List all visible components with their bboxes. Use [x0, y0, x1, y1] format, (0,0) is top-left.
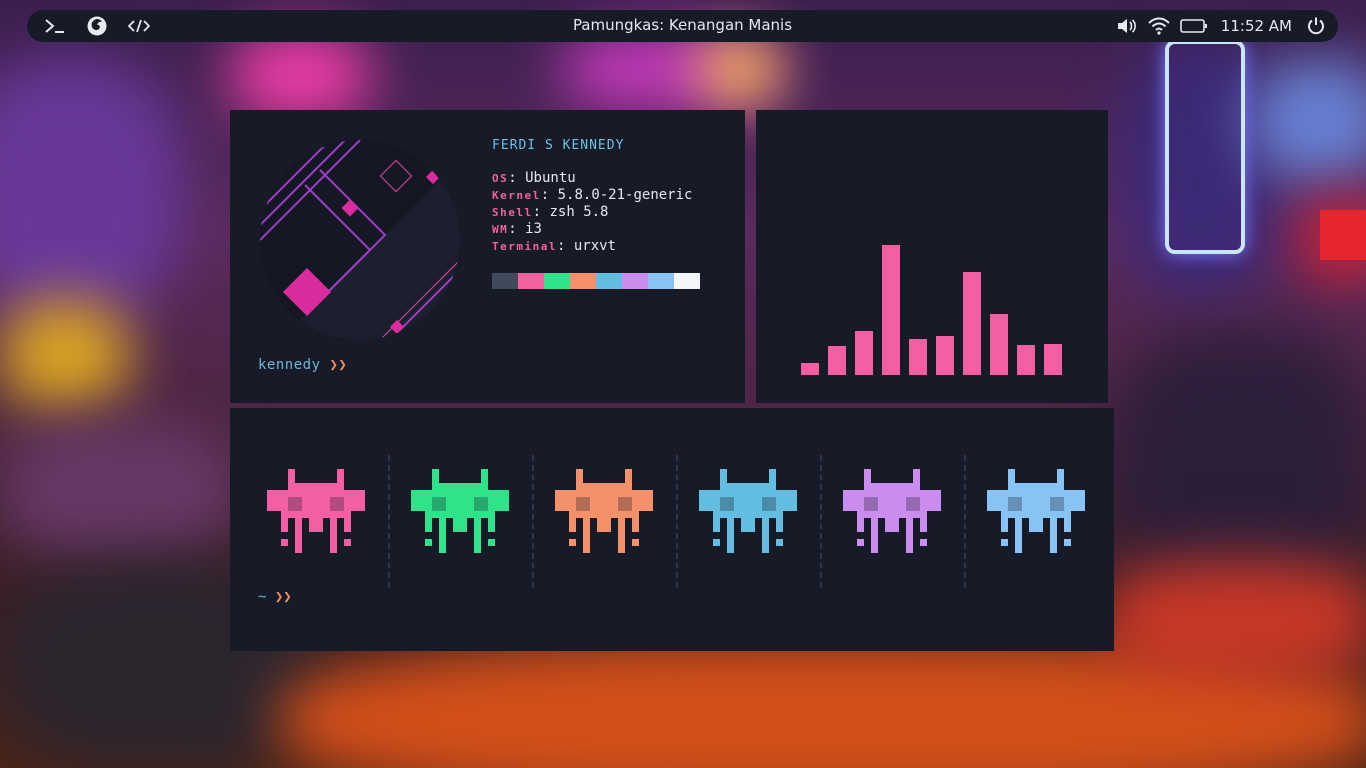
visualizer-bar-10 — [1044, 344, 1062, 375]
volume-icon[interactable] — [1115, 14, 1139, 38]
username-heading: FERDI S KENNEDY — [492, 138, 625, 153]
power-icon[interactable] — [1304, 14, 1328, 38]
visualizer-bar-7 — [963, 272, 981, 375]
info-row-wm: WM: i3 — [492, 221, 542, 237]
info-row-terminal: Terminal: urxvt — [492, 238, 616, 254]
visualizer-bar-5 — [909, 339, 927, 375]
visualizer-bar-9 — [1017, 345, 1035, 375]
invader-1 — [267, 469, 365, 553]
top-bar: Pamungkas: Kenangan Manis 11:52 AM — [27, 10, 1338, 42]
visualizer-bar-2 — [828, 346, 846, 375]
visualizer-bars — [801, 245, 1062, 375]
prompt-arrows: ❯❯ — [329, 357, 348, 373]
battery-icon[interactable] — [1179, 14, 1209, 38]
palette-swatch-5 — [596, 273, 622, 289]
prompt-tilde: ~ — [258, 589, 267, 605]
code-icon[interactable] — [127, 14, 151, 38]
invader-5 — [843, 469, 941, 553]
palette-swatch-1 — [492, 273, 518, 289]
audio-visualizer-panel — [756, 110, 1108, 403]
info-row-os: OS: Ubuntu — [492, 170, 576, 186]
invader-3 — [555, 469, 653, 553]
palette-swatch-7 — [648, 273, 674, 289]
invader-divider — [964, 455, 966, 588]
color-invaders-panel: ~ ❯❯ — [230, 408, 1114, 651]
system-info-panel: kennedy ❯❯ FERDI S KENNEDY OS: Ubuntu Ke… — [230, 110, 745, 403]
color-palette — [492, 273, 700, 289]
visualizer-bar-1 — [801, 363, 819, 375]
invader-row — [230, 408, 1114, 651]
visualizer-bar-6 — [936, 336, 954, 375]
prompt-user: kennedy — [258, 357, 321, 373]
invader-divider — [676, 455, 678, 588]
info-row-kernel: Kernel: 5.8.0-21-generic — [492, 187, 693, 203]
invader-6 — [987, 469, 1085, 553]
palette-swatch-4 — [570, 273, 596, 289]
palette-swatch-6 — [622, 273, 648, 289]
invader-divider — [532, 455, 534, 588]
info-row-shell: Shell: zsh 5.8 — [492, 204, 609, 220]
clock[interactable]: 11:52 AM — [1221, 17, 1292, 35]
terminal-icon[interactable] — [43, 14, 67, 38]
shell-prompt-2: ~ ❯❯ — [258, 589, 292, 605]
invader-divider — [820, 455, 822, 588]
visualizer-bar-3 — [855, 331, 873, 375]
invader-4 — [699, 469, 797, 553]
avatar — [260, 140, 460, 340]
invader-2 — [411, 469, 509, 553]
system-info: FERDI S KENNEDY OS: Ubuntu Kernel: 5.8.0… — [492, 137, 692, 255]
visualizer-bar-4 — [882, 245, 900, 375]
prompt-arrows-2: ❯❯ — [274, 589, 292, 605]
shell-prompt: kennedy ❯❯ — [258, 357, 347, 373]
visualizer-bar-8 — [990, 314, 1008, 375]
palette-swatch-2 — [518, 273, 544, 289]
palette-swatch-8 — [674, 273, 700, 289]
invader-divider — [388, 455, 390, 588]
firefox-icon[interactable] — [85, 14, 109, 38]
wifi-icon[interactable] — [1147, 14, 1171, 38]
palette-swatch-3 — [544, 273, 570, 289]
